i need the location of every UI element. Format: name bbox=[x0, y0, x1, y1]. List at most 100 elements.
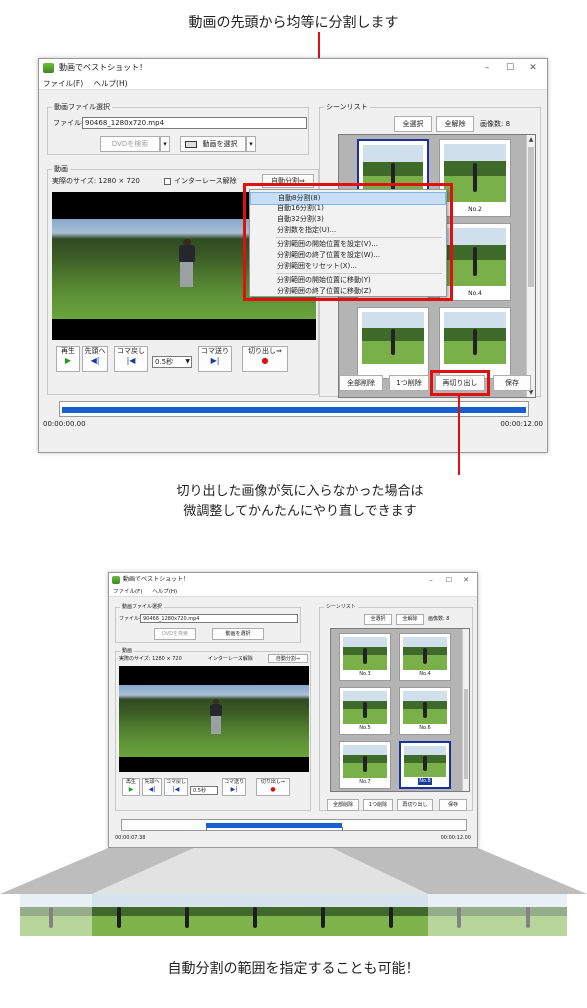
caption-mid-1: 切り出した画像が気に入らなかった場合は bbox=[176, 484, 424, 499]
scene-tile-4[interactable]: No.4 bbox=[399, 633, 451, 681]
caption-mid-2: 微調整してかんたんにやり直しできます bbox=[183, 504, 417, 519]
minimize-icon[interactable]: – bbox=[421, 573, 441, 587]
caption-top: 動画の先頭から均等に分割します bbox=[188, 15, 399, 31]
highlight-menu bbox=[243, 183, 453, 301]
select-all-button[interactable]: 全選択 bbox=[364, 614, 392, 625]
video-preview-2 bbox=[119, 666, 309, 772]
cut-out-label: 切り出し⇒ bbox=[248, 347, 282, 355]
scene-tile-5[interactable] bbox=[357, 307, 429, 379]
scene-tile-6[interactable]: No.6 bbox=[399, 687, 451, 735]
select-video-button[interactable]: 動画を選択 bbox=[180, 136, 246, 152]
auto-split-button[interactable]: 自動分割⇒ bbox=[268, 654, 308, 663]
title-bar-2: 動画でベストショット！ – ☐ ✕ bbox=[109, 573, 477, 587]
delete-one-button[interactable]: 1つ削除 bbox=[363, 799, 393, 811]
delete-one-button[interactable]: 1つ削除 bbox=[389, 375, 429, 391]
interval-select[interactable]: 0.5秒 ▼ bbox=[152, 356, 192, 368]
play-label: 再生 bbox=[61, 347, 75, 355]
file-group-label: 動画ファイル選択 bbox=[120, 603, 165, 612]
scene-tile-7[interactable]: No.7 bbox=[339, 741, 391, 789]
select-all-button[interactable]: 全選択 bbox=[394, 116, 432, 132]
select-video-label: 動画を選択 bbox=[202, 140, 238, 148]
to-start-button[interactable]: 先頭へ ◀| bbox=[82, 346, 108, 372]
menu-help[interactable]: ヘルプ(H) bbox=[152, 589, 177, 595]
scene-tile-3[interactable]: No.3 bbox=[339, 633, 391, 681]
dvd-dropdown-icon[interactable]: ▾ bbox=[160, 136, 170, 152]
video-size-label: 実際のサイズ: 1280 × 720 bbox=[119, 656, 182, 662]
dvd-search-button: DVDを検索 bbox=[100, 136, 160, 152]
play-icon: ▶ bbox=[128, 786, 134, 793]
record-icon: ● bbox=[261, 356, 269, 365]
callout-line-mid bbox=[458, 395, 460, 475]
deselect-all-button[interactable]: 全解除 bbox=[396, 614, 424, 625]
minimize-icon[interactable]: – bbox=[477, 59, 497, 77]
scene-tile-5[interactable]: No.5 bbox=[339, 687, 391, 735]
video-frame bbox=[119, 685, 309, 758]
file-name-field[interactable]: 90468_1280x720.mp4 bbox=[140, 614, 298, 623]
save-button[interactable]: 保存 bbox=[439, 799, 467, 811]
scene-scrollbar[interactable] bbox=[462, 629, 469, 791]
video-size-label: 実際のサイズ: 1280 × 720 bbox=[52, 177, 140, 185]
recut-button[interactable]: 再切り出し bbox=[397, 799, 433, 811]
interlace-checkbox[interactable] bbox=[164, 178, 171, 185]
play-button[interactable]: 再生 ▶ bbox=[122, 778, 140, 796]
scroll-thumb[interactable] bbox=[528, 147, 534, 287]
deselect-all-button[interactable]: 全解除 bbox=[436, 116, 474, 132]
save-button[interactable]: 保存 bbox=[493, 375, 531, 391]
interlace-label: インターレース解除 bbox=[174, 177, 237, 185]
to-start-button[interactable]: 先頭へ ◀| bbox=[142, 778, 162, 796]
range-end-marker[interactable] bbox=[342, 827, 343, 831]
play-button[interactable]: 再生 ▶ bbox=[56, 346, 80, 372]
step-forward-icon: ▶| bbox=[210, 356, 220, 365]
record-icon: ● bbox=[270, 786, 276, 793]
cut-out-button[interactable]: 切り出し⇒ ● bbox=[256, 778, 290, 796]
frame-forward-button[interactable]: コマ送り ▶| bbox=[198, 346, 232, 372]
timeline-range[interactable] bbox=[62, 407, 526, 413]
scene-list-label: シーンリスト bbox=[324, 603, 358, 612]
timeline-range[interactable] bbox=[206, 823, 342, 828]
dvd-search-button: DVDを検索 bbox=[154, 628, 196, 640]
cut-out-button[interactable]: 切り出し⇒ ● bbox=[242, 346, 288, 372]
maximize-icon[interactable]: ☐ bbox=[500, 59, 520, 77]
app-icon bbox=[112, 576, 120, 584]
file-group-label: 動画ファイル選択 bbox=[52, 103, 112, 112]
app-window: 動画でベストショット！ – ☐ ✕ ファイル(F) ヘルプ(H) 動画ファイル選… bbox=[38, 58, 548, 453]
select-dropdown-icon[interactable]: ▾ bbox=[246, 136, 256, 152]
window-title: 動画でベストショット！ bbox=[59, 63, 148, 72]
play-icon: ▶ bbox=[64, 356, 72, 365]
file-select-group: 動画ファイル選択 ファイル名 90468_1280x720.mp4 DVDを検索… bbox=[47, 103, 309, 155]
step-forward-icon: ▶| bbox=[230, 786, 238, 793]
frame-back-label: コマ戻し bbox=[117, 347, 145, 355]
close-icon[interactable]: ✕ bbox=[523, 59, 543, 77]
file-name-field[interactable]: 90468_1280x720.mp4 bbox=[82, 117, 307, 129]
timeline-2[interactable] bbox=[121, 819, 467, 831]
frame-back-button[interactable]: コマ戻し |◀ bbox=[114, 346, 148, 372]
frame-back-button[interactable]: コマ戻し |◀ bbox=[164, 778, 188, 796]
range-start-marker[interactable] bbox=[206, 827, 207, 831]
film-icon bbox=[185, 141, 197, 148]
frame-forward-label: コマ送り bbox=[201, 347, 229, 355]
scene-tile-6[interactable] bbox=[439, 307, 511, 379]
menu-bar-2: ファイル(F) ヘルプ(H) bbox=[109, 587, 477, 597]
menu-file[interactable]: ファイル(F) bbox=[43, 79, 83, 88]
strip-frame-4 bbox=[224, 894, 292, 936]
menu-help[interactable]: ヘルプ(H) bbox=[94, 79, 128, 88]
scroll-up-icon[interactable]: ▲ bbox=[527, 135, 535, 144]
delete-all-button[interactable]: 全部削除 bbox=[339, 375, 383, 391]
strip-dim-left bbox=[20, 894, 92, 936]
strip-dim-right bbox=[428, 894, 567, 936]
scene-tile-8[interactable]: No.8 bbox=[399, 741, 451, 789]
scene-scrollbar[interactable]: ▲ ▼ bbox=[526, 135, 535, 397]
chevron-down-icon: ▼ bbox=[185, 358, 190, 365]
select-video-button[interactable]: 動画を選択 bbox=[212, 628, 264, 640]
scroll-thumb[interactable] bbox=[464, 689, 468, 779]
video-group-2: 動画 実際のサイズ: 1280 × 720 インターレース解除 自動分割⇒ 再生… bbox=[115, 647, 311, 811]
delete-all-button[interactable]: 全部削除 bbox=[327, 799, 359, 811]
scene-list-2[interactable]: No.3 No.4 No.5 No.6 No.7 No.8 bbox=[330, 628, 470, 792]
interval-select[interactable]: 0.5秒 bbox=[190, 786, 218, 795]
close-icon[interactable]: ✕ bbox=[456, 573, 476, 587]
menu-file[interactable]: ファイル(F) bbox=[113, 589, 142, 595]
timeline-end: 00:00:12.00 bbox=[500, 420, 543, 428]
interlace-label: インターレース解除 bbox=[208, 656, 253, 662]
frame-forward-button[interactable]: コマ送り ▶| bbox=[222, 778, 246, 796]
to-start-label: 先頭へ bbox=[84, 347, 106, 355]
